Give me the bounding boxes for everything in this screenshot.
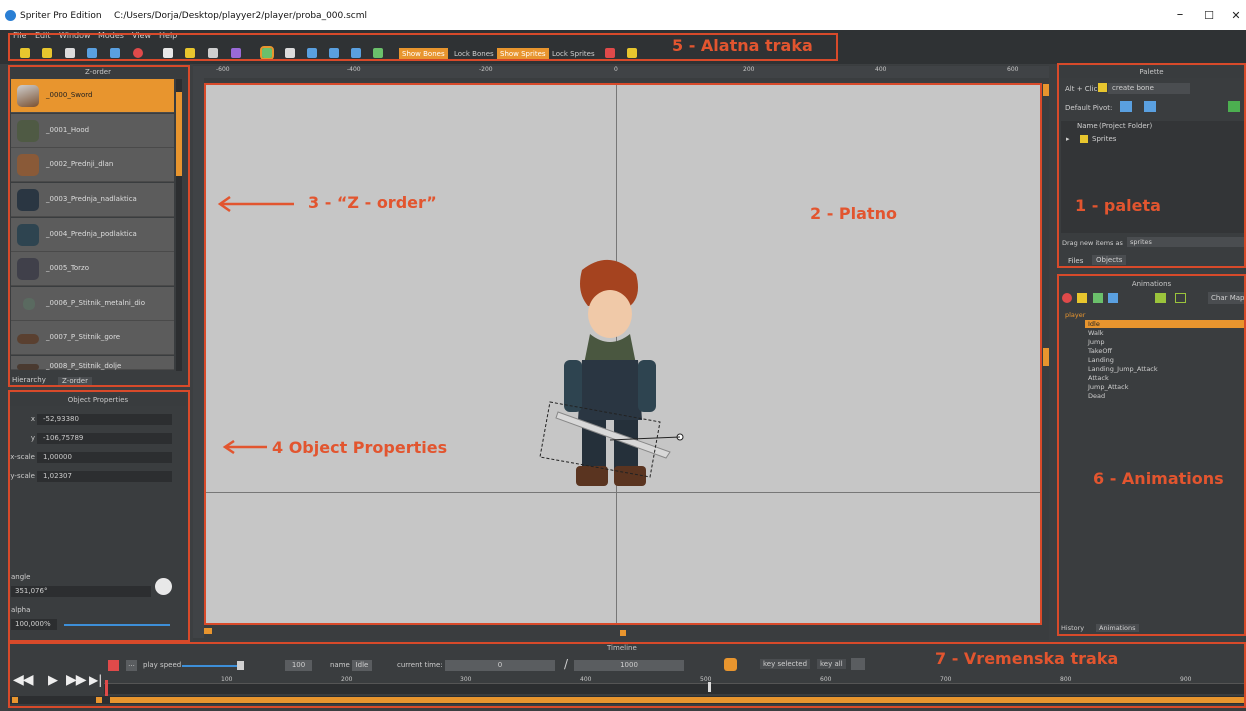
scarf-shape	[584, 334, 636, 364]
ruler-tick: 0	[614, 66, 618, 73]
face-shape	[588, 290, 632, 338]
properties-annotation-box	[8, 390, 190, 642]
timeline-annotation-box	[8, 642, 1246, 708]
zorder-annotation: 3 - “Z - order”	[308, 193, 437, 212]
animations-annotation: 6 - Animations	[1093, 469, 1224, 488]
ruler-tick: 200	[743, 66, 755, 73]
properties-arrow-icon	[222, 440, 267, 454]
zorder-annotation-box	[8, 65, 190, 387]
right-arm-shape	[638, 360, 656, 412]
canvas-scroll-handle[interactable]	[204, 628, 212, 634]
character-sprite[interactable]	[530, 252, 690, 497]
canvas-annotation: 2 - Platno	[810, 204, 897, 223]
zorder-arrow-icon	[217, 196, 294, 212]
canvas-scroll-handle[interactable]	[620, 630, 626, 636]
torso-shape	[578, 360, 642, 420]
left-ruler	[193, 78, 204, 638]
palette-annotation-box	[1057, 63, 1246, 268]
ruler-tick: 400	[875, 66, 887, 73]
close-button[interactable]: ✕	[1226, 9, 1246, 22]
ruler-tick: -400	[347, 66, 361, 73]
spriter-app-icon	[5, 10, 16, 21]
ruler-tick: -600	[216, 66, 230, 73]
left-arm-shape	[564, 360, 582, 412]
left-boot-shape	[576, 466, 608, 486]
animations-annotation-box	[1057, 274, 1246, 636]
file-path: C:/Users/Dorja/Desktop/playyer2/player/p…	[114, 11, 368, 21]
app-name: Spriter Pro Edition	[20, 11, 102, 21]
ruler-tick: 600	[1007, 66, 1019, 73]
toolbar-annotation: 5 - Alatna traka	[672, 36, 813, 55]
title-bar: Spriter Pro Edition C:/Users/Dorja/Deskt…	[0, 0, 1246, 30]
minimize-button[interactable]: –	[1170, 7, 1190, 22]
palette-annotation: 1 - paleta	[1075, 196, 1161, 215]
canvas-scroll-handle[interactable]	[1043, 348, 1049, 366]
properties-annotation: 4 Object Properties	[272, 438, 448, 457]
right-boot-shape	[614, 466, 646, 486]
canvas-scroll-handle[interactable]	[1043, 84, 1049, 96]
ruler-tick: -200	[479, 66, 493, 73]
top-ruler	[193, 66, 1049, 78]
maximize-button[interactable]: ☐	[1199, 9, 1219, 22]
